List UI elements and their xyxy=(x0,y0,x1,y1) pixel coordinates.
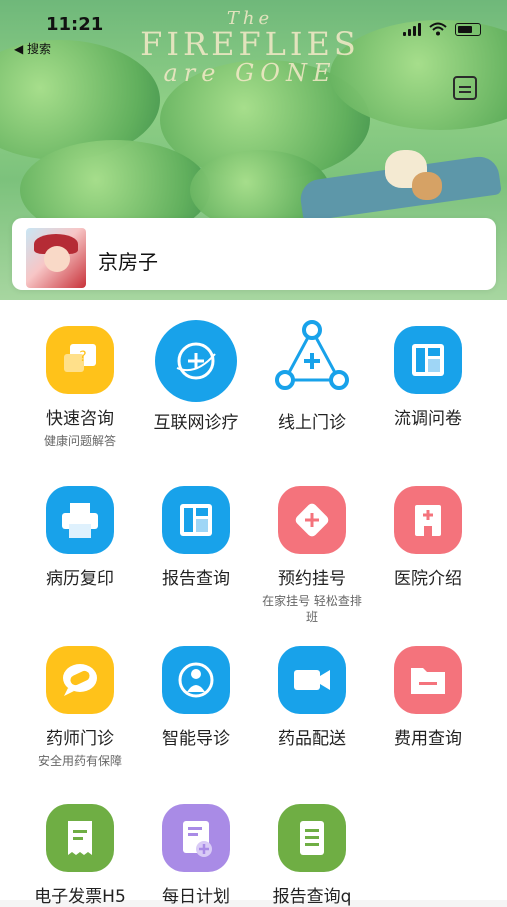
report-layout-icon xyxy=(162,486,230,554)
service-daily-plan[interactable]: 每日计划 xyxy=(138,804,254,907)
service-label: 报告查询q xyxy=(272,887,352,907)
battery-icon xyxy=(455,23,481,36)
service-report-query[interactable]: 报告查询 xyxy=(138,486,254,589)
service-grid: ? 快速咨询 健康问题解答 互联网诊疗 线上门诊 流调问卷 病历复印 报告查询 xyxy=(0,300,507,907)
globe-plus-icon xyxy=(155,320,237,402)
signal-icon xyxy=(403,23,421,36)
service-report-query-q[interactable]: 报告查询q xyxy=(254,804,370,907)
service-label: 电子发票H5 xyxy=(34,887,126,907)
video-icon xyxy=(278,646,346,714)
folder-minus-icon xyxy=(394,646,462,714)
service-smart-guide[interactable]: 智能导诊 xyxy=(138,646,254,749)
service-sub: 安全用药有保障 xyxy=(37,754,122,768)
service-label: 快速咨询 xyxy=(46,409,114,429)
service-label: 医院介绍 xyxy=(394,569,462,589)
status-time: 11:21 xyxy=(46,14,104,35)
service-label: 预约挂号 xyxy=(278,569,346,589)
hospital-icon xyxy=(394,486,462,554)
status-icons xyxy=(403,22,481,36)
doc-plus-icon xyxy=(162,804,230,872)
doc-lines-icon xyxy=(278,804,346,872)
service-label: 药师门诊 xyxy=(46,729,114,749)
service-quick-consult[interactable]: ? 快速咨询 健康问题解答 xyxy=(22,326,138,449)
back-to-search-button[interactable]: ◀ 搜索 xyxy=(14,40,51,57)
service-fee-query[interactable]: 费用查询 xyxy=(370,646,486,749)
service-label: 流调问卷 xyxy=(394,409,462,429)
service-record-copy[interactable]: 病历复印 xyxy=(22,486,138,589)
service-label: 线上门诊 xyxy=(278,413,346,433)
service-label: 每日计划 xyxy=(162,887,230,907)
service-online-clinic[interactable]: 线上门诊 xyxy=(254,320,370,433)
wifi-icon xyxy=(429,22,447,36)
service-label: 智能导诊 xyxy=(162,729,230,749)
service-sub: 在家挂号 轻松查排班 xyxy=(262,594,362,624)
service-label: 报告查询 xyxy=(162,569,230,589)
svg-text:?: ? xyxy=(79,349,86,365)
service-label: 互联网诊疗 xyxy=(153,413,239,433)
diamond-plus-icon xyxy=(278,486,346,554)
printer-icon xyxy=(46,486,114,554)
chat-question-icon: ? xyxy=(46,326,114,394)
service-hospital-intro[interactable]: 医院介绍 xyxy=(370,486,486,589)
service-appointment[interactable]: 预约挂号 在家挂号 轻松查排班 xyxy=(254,486,370,625)
avatar xyxy=(26,228,86,288)
service-drug-delivery[interactable]: 药品配送 xyxy=(254,646,370,749)
service-e-invoice[interactable]: 电子发票H5 xyxy=(22,804,138,907)
service-label: 药品配送 xyxy=(278,729,346,749)
menu-icon[interactable] xyxy=(453,76,477,100)
service-label: 费用查询 xyxy=(394,729,462,749)
service-epi-survey[interactable]: 流调问卷 xyxy=(370,326,486,429)
profile-card[interactable]: 京房子 xyxy=(12,218,496,290)
status-bar: 11:21 ◀ 搜索 xyxy=(0,0,507,56)
layout-icon xyxy=(394,326,462,394)
service-internet-diagnosis[interactable]: 互联网诊疗 xyxy=(138,320,254,433)
service-pharmacist-clinic[interactable]: 药师门诊 安全用药有保障 xyxy=(22,646,138,769)
network-plus-icon xyxy=(271,320,353,402)
profile-name: 京房子 xyxy=(98,250,158,274)
service-sub: 健康问题解答 xyxy=(43,434,116,448)
pill-chat-icon xyxy=(46,646,114,714)
banner-title-line3: are GONE xyxy=(163,59,337,87)
person-guide-icon xyxy=(162,646,230,714)
service-label: 病历复印 xyxy=(46,569,114,589)
receipt-icon xyxy=(46,804,114,872)
